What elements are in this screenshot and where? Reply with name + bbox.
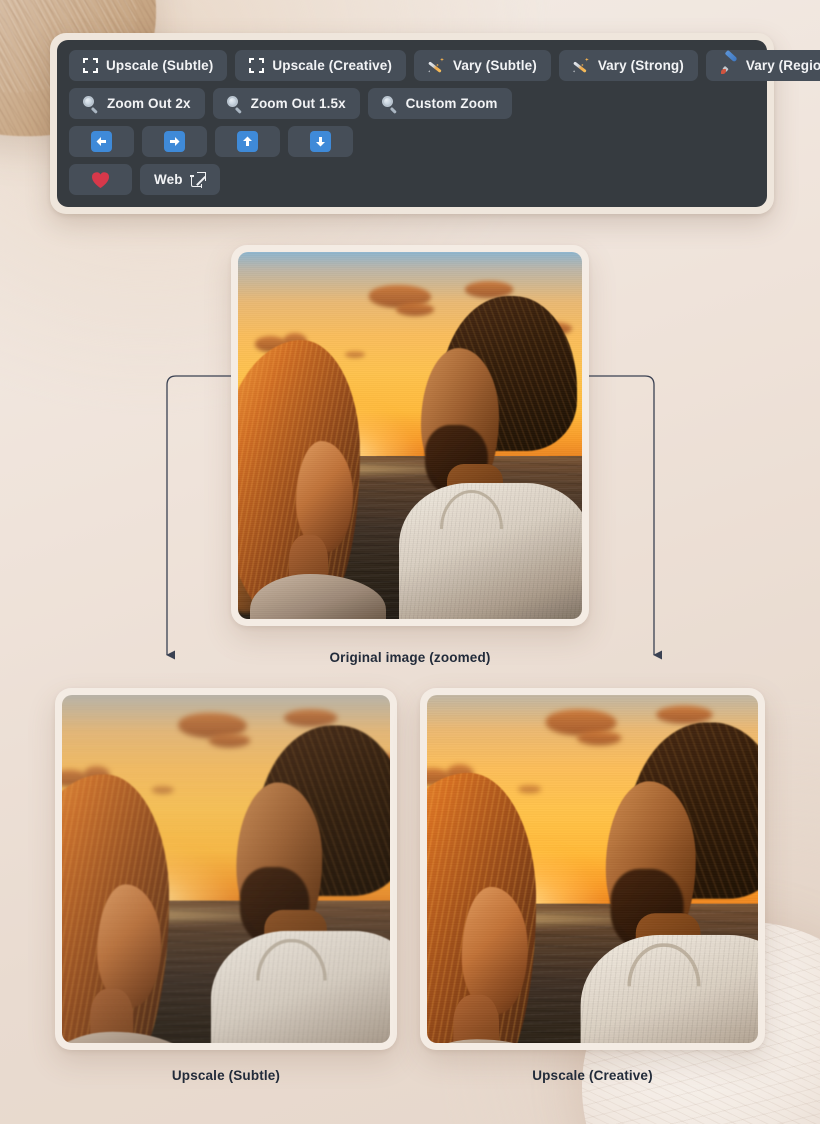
upscale-subtle-result-card[interactable] <box>55 688 397 1050</box>
upscale-creative-caption: Upscale (Creative) <box>532 1068 653 1083</box>
upscale-creative-result-card[interactable] <box>420 688 765 1050</box>
connector-right <box>589 375 663 660</box>
upscale-creative-image[interactable] <box>427 695 758 1043</box>
connector-left <box>166 375 231 660</box>
upscale-subtle-image[interactable] <box>62 695 390 1043</box>
upscale-subtle-caption: Upscale (Subtle) <box>171 1068 281 1083</box>
original-image-caption: Original image (zoomed) <box>329 650 491 665</box>
